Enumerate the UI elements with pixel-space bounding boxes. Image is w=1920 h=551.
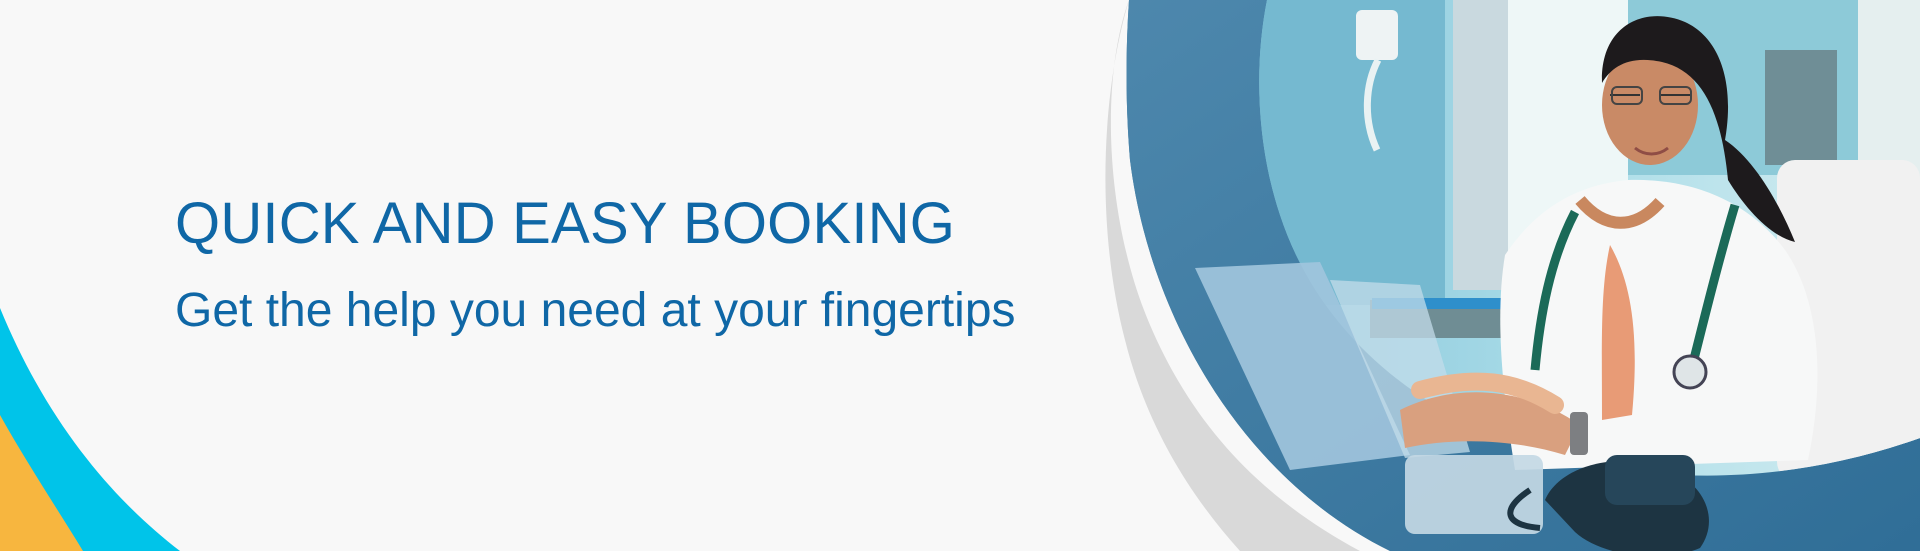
- banner-copy: QUICK AND EASY BOOKING Get the help you …: [175, 190, 1075, 340]
- page-title: QUICK AND EASY BOOKING: [175, 191, 956, 256]
- subtitle: Get the help you need at your fingertips: [175, 284, 1016, 337]
- hero-banner: QUICK AND EASY BOOKING Get the help you …: [0, 0, 1920, 551]
